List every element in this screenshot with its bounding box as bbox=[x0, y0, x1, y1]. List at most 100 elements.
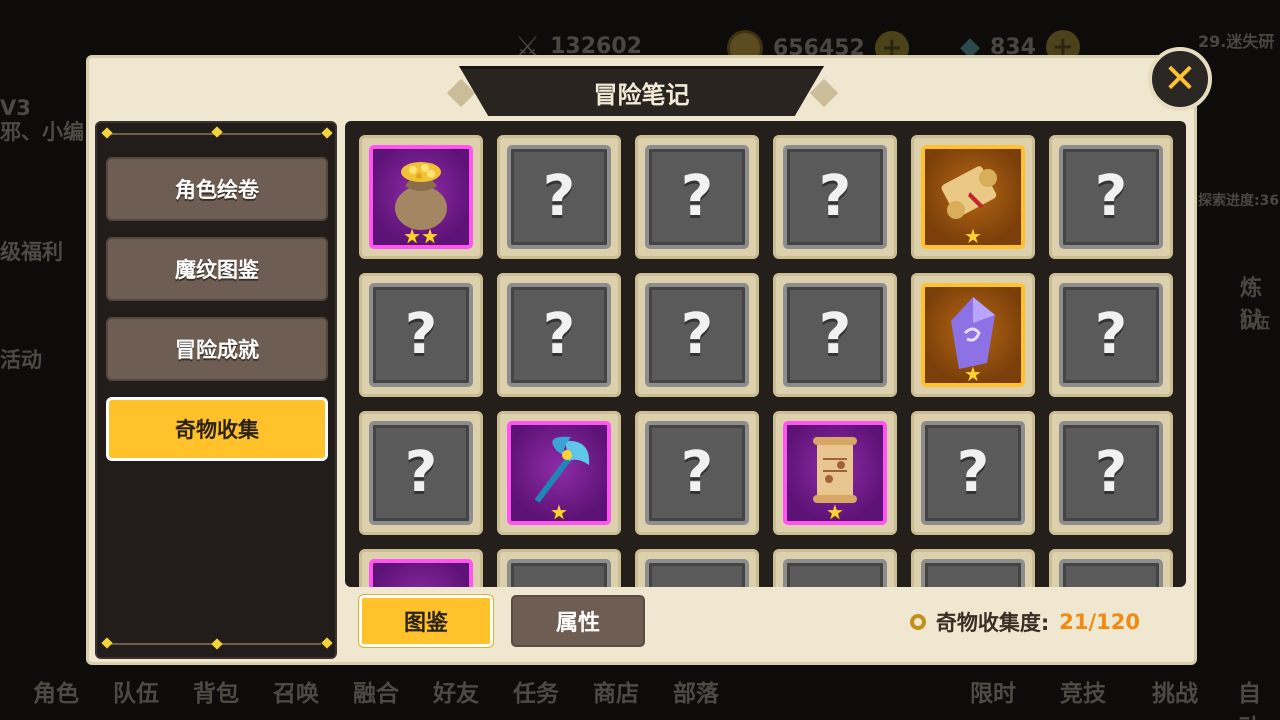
orange-rarity-frame: ★ bbox=[921, 145, 1025, 249]
collection-progress-label: 奇物收集度: bbox=[935, 611, 1050, 635]
purple-rarity-frame: ★★ bbox=[369, 145, 473, 249]
nav-tribe[interactable]: 部落 bbox=[673, 674, 719, 708]
locked-slot-frame: ? bbox=[645, 559, 749, 587]
locked-slot-frame: ? bbox=[1059, 283, 1163, 387]
question-mark-icon: ? bbox=[542, 302, 576, 367]
locked-slot-frame: ? bbox=[921, 559, 1025, 587]
star-rating: ★★ bbox=[403, 224, 439, 248]
curio-slot[interactable]: ★ bbox=[773, 411, 897, 535]
question-mark-icon: ? bbox=[542, 164, 576, 229]
curio-slot[interactable]: ? bbox=[497, 549, 621, 587]
locked-slot-frame: ? bbox=[783, 145, 887, 249]
menu-curio-collection[interactable]: 奇物收集 bbox=[106, 397, 328, 461]
locked-slot-frame: ? bbox=[921, 421, 1025, 525]
curio-slot[interactable]: ? bbox=[911, 549, 1035, 587]
question-mark-icon: ? bbox=[680, 164, 714, 229]
curio-slot[interactable]: ? bbox=[359, 273, 483, 397]
question-mark-icon: ? bbox=[1094, 164, 1128, 229]
curio-slot[interactable]: ? bbox=[635, 411, 759, 535]
curio-slot[interactable]: ? bbox=[1049, 273, 1173, 397]
nav-bag[interactable]: 背包 bbox=[193, 674, 239, 708]
center-ornament bbox=[211, 126, 223, 138]
game-screen: V3 邪、小编 级福利 活动 ⚔ 132602 656452 + ◆ 834 +… bbox=[0, 0, 1280, 720]
locked-slot-frame: ? bbox=[369, 283, 473, 387]
curio-slot[interactable]: ★ bbox=[911, 135, 1035, 259]
question-mark-icon: ? bbox=[818, 164, 852, 229]
nav-summon[interactable]: 召唤 bbox=[273, 674, 319, 708]
nav-character[interactable]: 角色 bbox=[33, 674, 79, 708]
tab-illustrated[interactable]: 图鉴 bbox=[359, 595, 493, 647]
curio-slot[interactable]: ? bbox=[1049, 411, 1173, 535]
question-mark-icon: ? bbox=[1094, 440, 1128, 505]
curio-slot[interactable]: ? bbox=[773, 273, 897, 397]
close-icon: ✕ bbox=[1163, 56, 1197, 102]
orange-rarity-frame: ★ bbox=[921, 283, 1025, 387]
tab-attributes[interactable]: 属性 bbox=[511, 595, 645, 647]
activity-label: 活动 bbox=[0, 348, 42, 372]
question-mark-icon: ? bbox=[680, 302, 714, 367]
purple-rarity-frame bbox=[369, 559, 473, 587]
locked-slot-frame: ? bbox=[783, 559, 887, 587]
purple-rarity-frame: ★ bbox=[507, 421, 611, 525]
menu-rune-codex[interactable]: 魔纹图鉴 bbox=[106, 237, 328, 301]
question-mark-icon: ? bbox=[404, 440, 438, 505]
corner-ornament bbox=[101, 637, 113, 649]
player-name-label: 邪、小编 bbox=[0, 120, 84, 144]
collection-progress: 奇物收集度: 21/120 bbox=[909, 607, 1140, 637]
curio-slot[interactable]: ? bbox=[635, 549, 759, 587]
locked-slot-frame: ? bbox=[507, 145, 611, 249]
locked-slot-frame: ? bbox=[783, 283, 887, 387]
star-rating: ★ bbox=[964, 224, 982, 248]
curio-slot[interactable] bbox=[359, 549, 483, 587]
curio-slot[interactable]: ? bbox=[497, 273, 621, 397]
nav-auto[interactable]: 自动 bbox=[1238, 674, 1280, 720]
corner-ornament bbox=[101, 127, 113, 139]
corner-ornament bbox=[321, 127, 333, 139]
nav-limited[interactable]: 限时 bbox=[970, 674, 1016, 708]
star-rating: ★ bbox=[550, 500, 568, 524]
category-menu: 角色绘卷 魔纹图鉴 冒险成就 奇物收集 bbox=[95, 121, 337, 659]
question-mark-icon: ? bbox=[404, 302, 438, 367]
menu-character-scroll[interactable]: 角色绘卷 bbox=[106, 157, 328, 221]
locked-slot-frame: ? bbox=[369, 421, 473, 525]
nav-shop[interactable]: 商店 bbox=[593, 674, 639, 708]
locked-slot-frame: ? bbox=[645, 421, 749, 525]
curio-slot[interactable]: ? bbox=[635, 273, 759, 397]
welfare-label: 级福利 bbox=[0, 240, 63, 264]
menu-adventure-achievements[interactable]: 冒险成就 bbox=[106, 317, 328, 381]
locked-slot-frame: ? bbox=[1059, 145, 1163, 249]
curio-slot[interactable]: ★ bbox=[497, 411, 621, 535]
nav-quests[interactable]: 任务 bbox=[513, 674, 559, 708]
question-mark-icon: ? bbox=[818, 302, 852, 367]
collection-footer: 图鉴 属性 奇物收集度: 21/120 bbox=[345, 587, 1186, 657]
curio-slot[interactable]: ★ bbox=[911, 273, 1035, 397]
team-side-label: 队伍 bbox=[1240, 314, 1271, 332]
curio-slot[interactable]: ? bbox=[635, 135, 759, 259]
close-button[interactable]: ✕ bbox=[1148, 47, 1212, 111]
stage-label: 29.迷失研 bbox=[1198, 32, 1275, 51]
curio-slot[interactable]: ? bbox=[359, 411, 483, 535]
star-rating: ★ bbox=[964, 362, 982, 386]
curio-slot[interactable]: ? bbox=[911, 411, 1035, 535]
curio-slot[interactable]: ? bbox=[773, 135, 897, 259]
dialog-title: 冒险笔记 bbox=[459, 66, 824, 116]
question-mark-icon: ? bbox=[680, 440, 714, 505]
nav-fusion[interactable]: 融合 bbox=[353, 674, 399, 708]
nav-team[interactable]: 队伍 bbox=[113, 674, 159, 708]
locked-slot-frame: ? bbox=[507, 559, 611, 587]
locked-slot-frame: ? bbox=[1059, 421, 1163, 525]
nav-arena[interactable]: 竞技 bbox=[1060, 674, 1106, 708]
center-ornament bbox=[211, 638, 223, 650]
locked-slot-frame: ? bbox=[1059, 559, 1163, 587]
nav-friends[interactable]: 好友 bbox=[433, 674, 479, 708]
curio-slot[interactable]: ? bbox=[1049, 135, 1173, 259]
purple-rarity-frame: ★ bbox=[783, 421, 887, 525]
curio-slot[interactable]: ? bbox=[497, 135, 621, 259]
curio-slot[interactable]: ? bbox=[1049, 549, 1173, 587]
locked-slot-frame: ? bbox=[645, 283, 749, 387]
nav-challenge[interactable]: 挑战 bbox=[1152, 674, 1198, 708]
curio-slot[interactable]: ? bbox=[773, 549, 897, 587]
corner-ornament bbox=[321, 637, 333, 649]
question-mark-icon: ? bbox=[1094, 302, 1128, 367]
curio-slot[interactable]: ★★ bbox=[359, 135, 483, 259]
